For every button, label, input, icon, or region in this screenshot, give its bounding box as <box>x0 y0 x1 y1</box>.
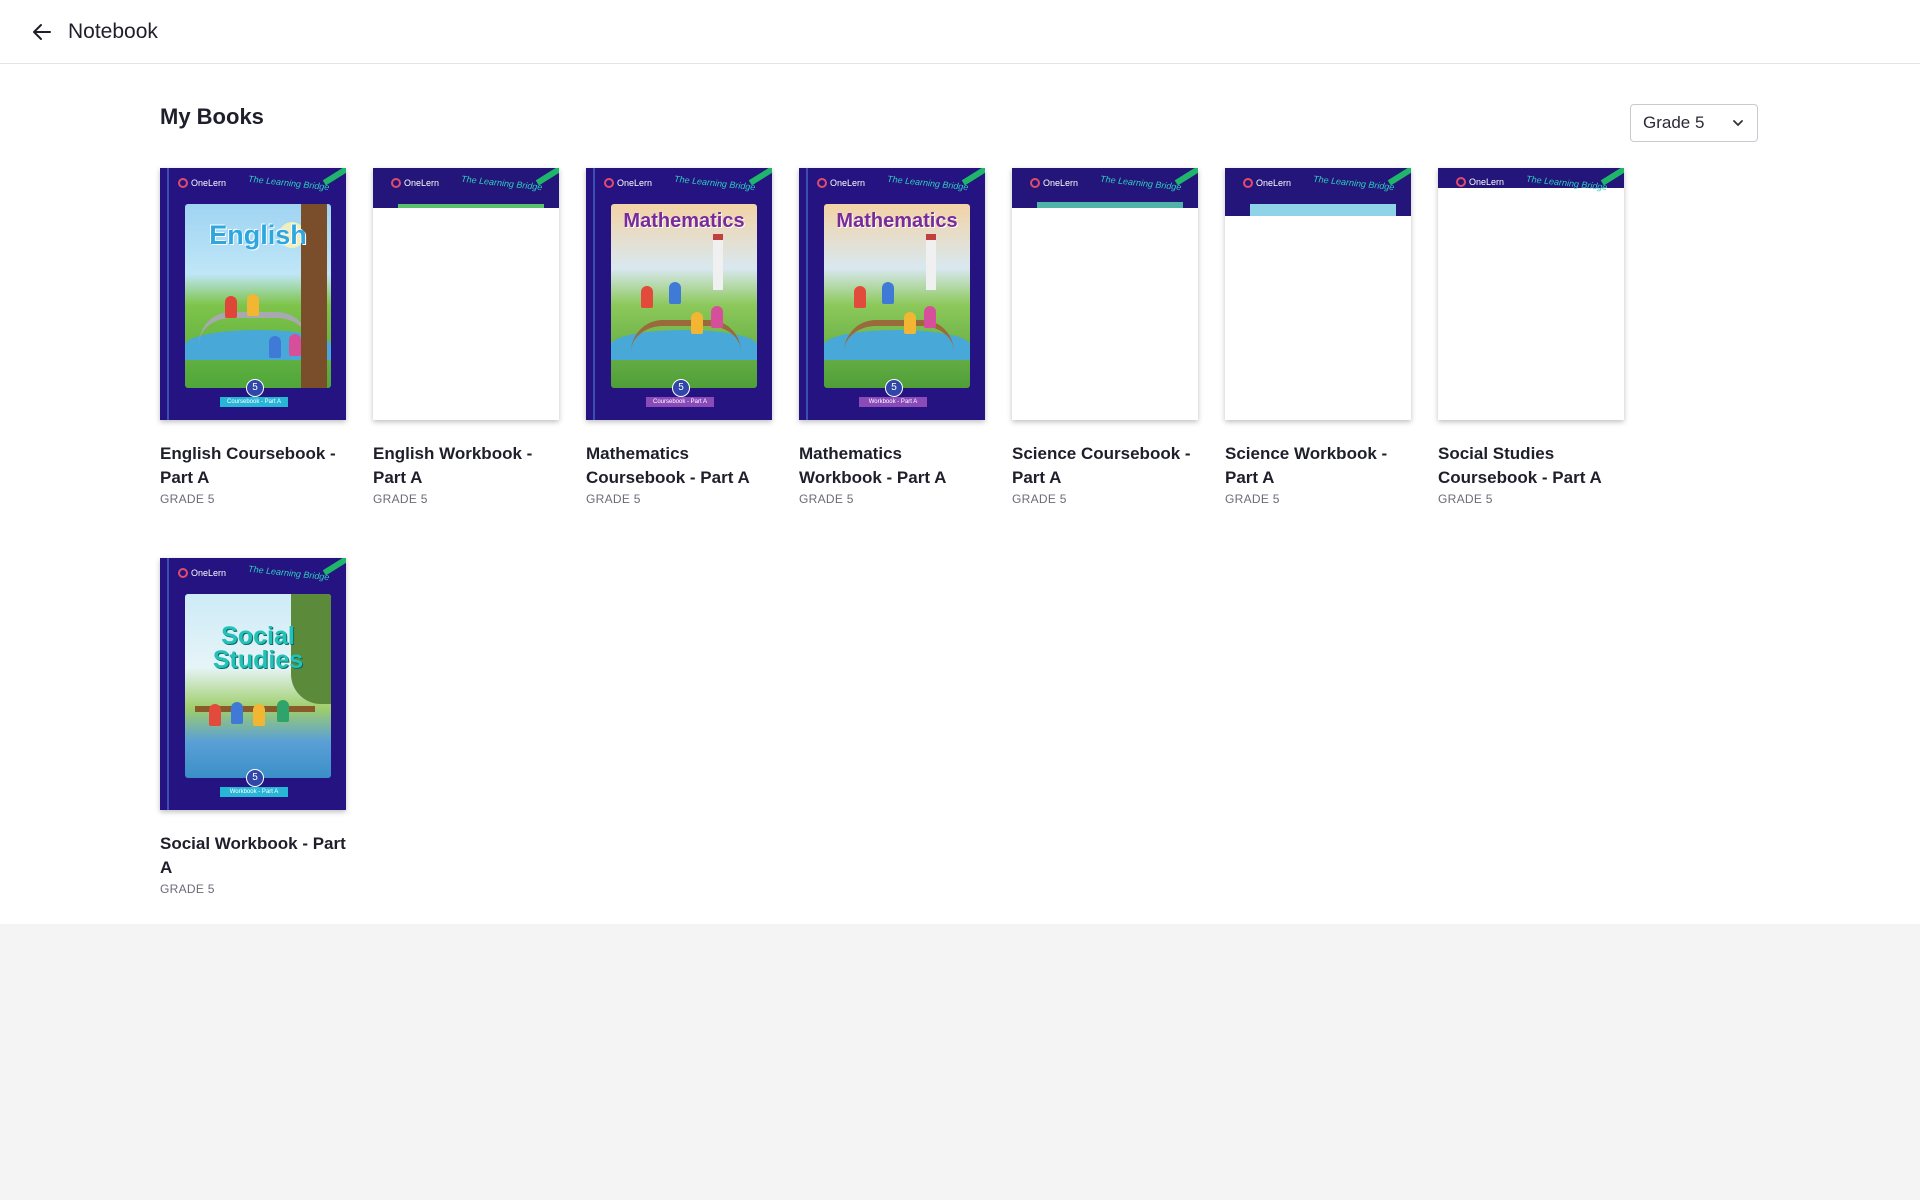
cover-illustration: English <box>185 204 331 388</box>
cover-title: English <box>209 220 307 250</box>
book-card[interactable]: OneLern The Learning Bridge English 5 Co… <box>160 168 348 506</box>
onelern-logo: OneLern <box>178 568 226 578</box>
app-title: Notebook <box>68 19 158 43</box>
book-card[interactable]: OneLern The Learning Bridge Mathematics … <box>799 168 987 506</box>
cover-grade-number: 5 <box>672 379 690 397</box>
book-title[interactable]: Science Coursebook - Part A <box>1012 442 1200 490</box>
book-cover[interactable]: OneLern The Learning Bridge English 5 Co… <box>160 168 346 420</box>
cover-grade-number: 5 <box>246 769 264 787</box>
book-cover[interactable]: OneLern The Learning Bridge <box>1012 168 1198 420</box>
book-grade: GRADE 5 <box>799 492 854 506</box>
onelern-logo: OneLern <box>1030 178 1078 188</box>
onelern-logo: OneLern <box>178 178 226 188</box>
onelern-logo: OneLern <box>817 178 865 188</box>
book-cover[interactable]: OneLern The Learning Bridge Mathematics … <box>799 168 985 420</box>
chevron-down-icon <box>1733 120 1743 127</box>
cover-illustration: Social Studies <box>185 594 331 778</box>
book-grade: GRADE 5 <box>160 882 215 896</box>
cover-grade-number: 5 <box>246 379 264 397</box>
cover-title: Mathematics <box>836 210 958 232</box>
back-button[interactable] <box>28 18 56 46</box>
grade-select-value: Grade 5 <box>1643 113 1705 132</box>
book-title[interactable]: Social Studies Coursebook - Part A <box>1438 442 1626 490</box>
onelern-logo: OneLern <box>391 178 439 188</box>
book-grade: GRADE 5 <box>160 492 215 506</box>
book-cover[interactable]: OneLern The Learning Bridge <box>1438 168 1624 420</box>
grade-select[interactable]: Grade 5 <box>1630 104 1758 142</box>
book-title[interactable]: English Coursebook - Part A <box>160 442 348 490</box>
book-card[interactable]: OneLern The Learning Bridge Science Work… <box>1225 168 1413 506</box>
arrow-left-icon <box>33 23 51 40</box>
onelern-logo: OneLern <box>1456 177 1504 187</box>
book-cover[interactable]: OneLern The Learning Bridge Social Studie… <box>160 558 346 810</box>
book-grade: GRADE 5 <box>1225 492 1280 506</box>
cover-title: Social Studies <box>212 622 304 674</box>
book-card[interactable]: OneLern The Learning Bridge Mathematics … <box>586 168 774 506</box>
onelern-logo: OneLern <box>604 178 652 188</box>
book-grade: GRADE 5 <box>1012 492 1067 506</box>
book-title[interactable]: Science Workbook - Part A <box>1225 442 1413 490</box>
book-cover[interactable]: OneLern The Learning Bridge Mathematics … <box>586 168 772 420</box>
book-title[interactable]: English Workbook - Part A <box>373 442 561 490</box>
book-grade: GRADE 5 <box>1438 492 1493 506</box>
book-card[interactable]: OneLern The Learning Bridge English Work… <box>373 168 561 506</box>
cover-title: Mathematics <box>623 210 745 232</box>
book-card[interactable]: OneLern The Learning Bridge Science Cour… <box>1012 168 1200 506</box>
cover-illustration: Mathematics <box>824 204 970 388</box>
book-card[interactable]: OneLern The Learning Bridge Social Studie… <box>160 558 348 896</box>
book-cover[interactable]: OneLern The Learning Bridge <box>373 168 559 420</box>
cover-ribbon: Coursebook - Part A <box>646 397 714 407</box>
book-title[interactable]: Mathematics Coursebook - Part A <box>586 442 774 490</box>
onelern-logo: OneLern <box>1243 178 1291 188</box>
book-cover[interactable]: OneLern The Learning Bridge <box>1225 168 1411 420</box>
book-title[interactable]: Mathematics Workbook - Part A <box>799 442 987 490</box>
cover-illustration: Mathematics <box>611 204 757 388</box>
book-grade: GRADE 5 <box>373 492 428 506</box>
cover-ribbon: Coursebook - Part A <box>220 397 288 407</box>
main-content: My Books Grade 5 OneLern The Learning Br… <box>0 64 1920 924</box>
page-title: My Books <box>160 104 264 129</box>
cover-ribbon: Workbook - Part A <box>859 397 927 407</box>
book-grade: GRADE 5 <box>586 492 641 506</box>
cover-grade-number: 5 <box>885 379 903 397</box>
cover-ribbon: Workbook - Part A <box>220 787 288 797</box>
book-title[interactable]: Social Workbook - Part A <box>160 832 348 880</box>
book-card[interactable]: OneLern The Learning Bridge Social Studi… <box>1438 168 1626 506</box>
top-app-bar: Notebook <box>0 0 1920 64</box>
